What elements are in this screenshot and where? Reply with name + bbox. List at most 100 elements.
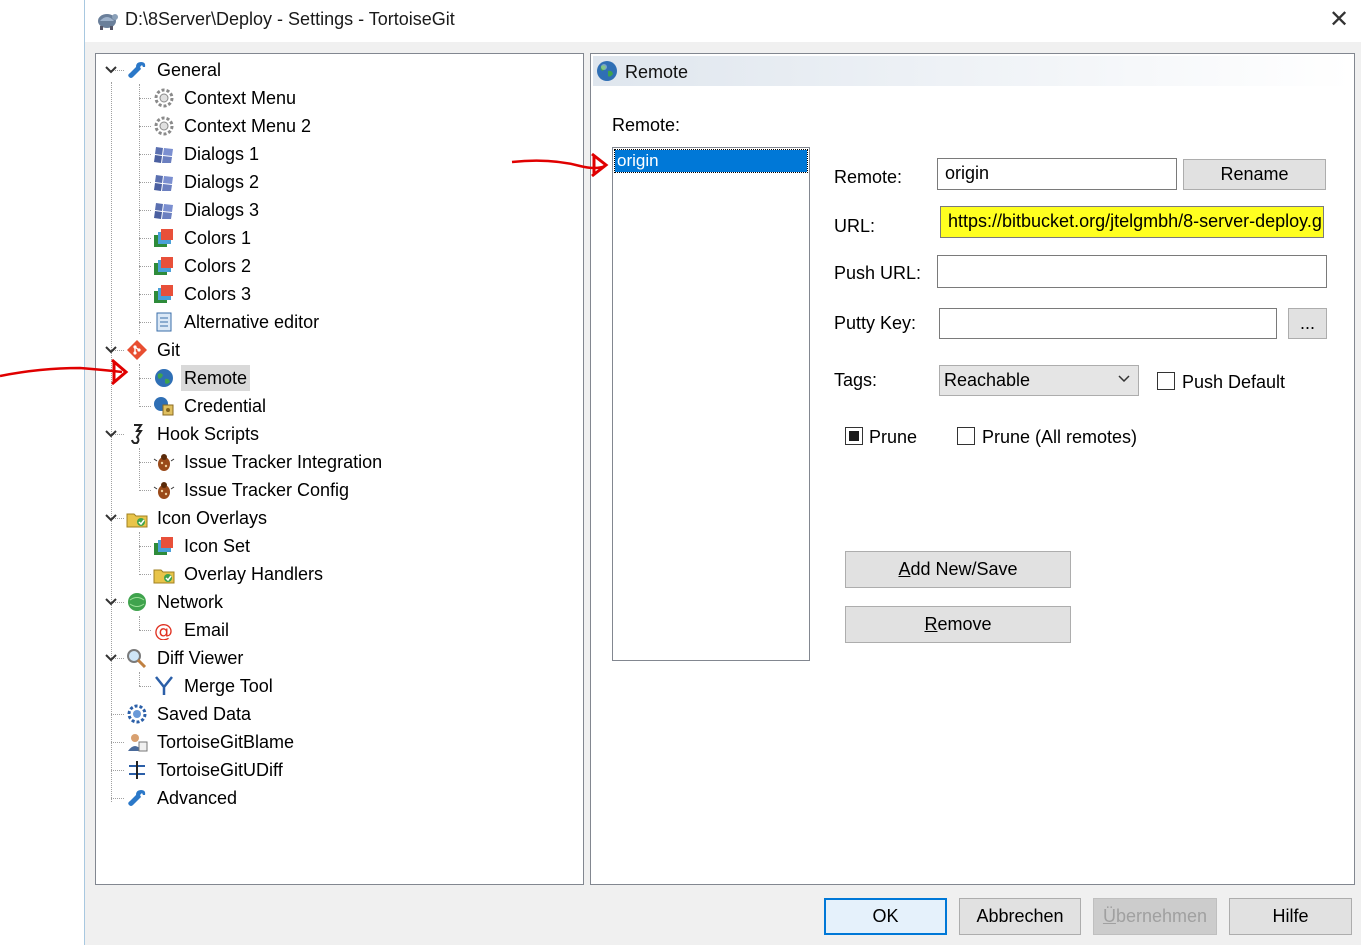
colors-icon xyxy=(154,257,173,275)
overlay-folder-icon xyxy=(153,569,175,584)
putty-key-label: Putty Key: xyxy=(834,313,917,333)
prune-all-remotes-checkbox[interactable] xyxy=(957,427,975,445)
add-new-save-button[interactable]: Add New/Save xyxy=(845,551,1071,588)
at-sign-icon: @ xyxy=(154,620,173,640)
tree-connector xyxy=(139,364,140,404)
tree-connector xyxy=(111,798,124,799)
magnifier-icon xyxy=(127,649,147,668)
tree-item-label: Dialogs 3 xyxy=(184,200,260,220)
tree-item-label: Dialogs 1 xyxy=(184,144,260,164)
tree-connector xyxy=(139,490,151,491)
tree-connector xyxy=(139,672,140,686)
tree-connector xyxy=(139,238,151,239)
window-title: D:\8Server\Deploy - Settings - TortoiseG… xyxy=(125,9,455,29)
tree-connector xyxy=(139,84,140,334)
tree-item-label: Merge Tool xyxy=(184,676,273,696)
expand-chevron-icon[interactable] xyxy=(104,511,118,525)
chevron-down-icon xyxy=(105,346,117,354)
apply-button[interactable]: Übernehmen xyxy=(1093,898,1217,935)
expand-chevron-icon[interactable] xyxy=(104,595,118,609)
tags-select[interactable]: Reachable xyxy=(939,365,1139,396)
tree-item-label: General xyxy=(157,60,222,80)
chevron-down-icon xyxy=(105,66,117,74)
cancel-button[interactable]: Abbrechen xyxy=(959,898,1081,935)
chevron-down-icon xyxy=(105,514,117,522)
remove-label: emove xyxy=(937,614,992,634)
tree-item-label: Email xyxy=(184,620,230,640)
tree-connector xyxy=(139,322,151,323)
tree-connector xyxy=(139,574,151,575)
tree-connector xyxy=(111,770,124,771)
tree-connector xyxy=(139,378,151,379)
tree-item-label: Alternative editor xyxy=(184,312,320,332)
prune-label[interactable]: Prune xyxy=(869,427,917,448)
dialog-windows-icon xyxy=(154,203,173,219)
push-default-checkbox[interactable] xyxy=(1157,372,1175,390)
tree-connector xyxy=(139,448,140,488)
expand-chevron-icon[interactable] xyxy=(104,63,118,77)
expand-chevron-icon[interactable] xyxy=(104,343,118,357)
remote-list-label: Remote: xyxy=(612,115,681,135)
settings-tree[interactable]: General Context Menu Context Menu 2 Dialogs… xyxy=(95,53,584,885)
tree-item-label: Credential xyxy=(184,396,267,416)
tree-item-label: Hook Scripts xyxy=(157,424,260,444)
bug-icon xyxy=(153,454,175,471)
globe-icon xyxy=(155,369,173,387)
tree-item-label: Icon Set xyxy=(184,536,251,556)
apply-label: bernehmen xyxy=(1115,906,1208,926)
tree-connector xyxy=(111,714,124,715)
globe-icon xyxy=(597,61,617,81)
tree-item-label: Context Menu xyxy=(184,88,297,108)
tree-item-label: Network xyxy=(157,592,224,612)
title-bar: D:\8Server\Deploy - Settings - TortoiseG… xyxy=(85,0,1361,42)
tree-item-label: Colors 1 xyxy=(184,228,252,248)
svg-text:@: @ xyxy=(154,620,173,640)
gear-icon xyxy=(154,88,174,108)
prune-all-remotes-label[interactable]: Prune (All remotes) xyxy=(982,427,1137,448)
close-button[interactable]: ✕ xyxy=(1316,0,1361,40)
expand-chevron-icon[interactable] xyxy=(104,651,118,665)
tree-connector xyxy=(139,98,151,99)
tree-item-label: Advanced xyxy=(157,788,238,808)
putty-key-browse-button[interactable]: ... xyxy=(1288,308,1327,339)
tree-connector xyxy=(139,154,151,155)
udiff-icon xyxy=(129,761,145,779)
hook-icon xyxy=(131,424,143,444)
bug-icon xyxy=(153,482,175,499)
url-input[interactable]: https://bitbucket.org/jtelgmbh/8-server-… xyxy=(940,206,1324,238)
putty-key-input[interactable] xyxy=(939,308,1277,339)
chevron-down-icon xyxy=(105,654,117,662)
ok-button[interactable]: OK xyxy=(824,898,947,935)
page-title: Remote xyxy=(625,62,689,82)
tree-item-label: Colors 3 xyxy=(184,284,252,304)
chevron-down-icon xyxy=(105,598,117,606)
tree-item-label: Remote xyxy=(181,365,251,391)
tree-connector xyxy=(139,532,140,572)
remove-button[interactable]: Remove xyxy=(845,606,1071,643)
tree-connector xyxy=(139,686,151,687)
tree-connector xyxy=(139,126,151,127)
page-header: Remote xyxy=(593,56,1352,86)
rename-button[interactable]: Rename xyxy=(1183,159,1326,190)
push-default-label[interactable]: Push Default xyxy=(1182,372,1285,393)
tree-item-label: Saved Data xyxy=(157,704,252,724)
remote-name-input[interactable]: origin xyxy=(937,158,1177,190)
colors-icon xyxy=(154,537,173,555)
remote-list[interactable]: origin xyxy=(612,147,810,661)
credential-key-icon xyxy=(154,397,174,416)
wrench-icon xyxy=(128,62,146,78)
prune-checkbox[interactable] xyxy=(845,427,863,445)
help-button[interactable]: Hilfe xyxy=(1229,898,1352,935)
colors-icon xyxy=(154,229,173,247)
tree-item-label: Icon Overlays xyxy=(157,508,268,528)
remote-settings-page: Remote Remote: origin Remote: origin Ren… xyxy=(590,53,1355,885)
git-logo-icon xyxy=(127,340,147,360)
gear-icon xyxy=(154,116,174,136)
remote-list-item-origin[interactable]: origin xyxy=(614,149,808,173)
tree-item-label: Dialogs 2 xyxy=(184,172,260,192)
push-url-input[interactable] xyxy=(937,255,1327,288)
expand-chevron-icon[interactable] xyxy=(104,427,118,441)
tree-item-label: Context Menu 2 xyxy=(184,116,312,136)
settings-window: D:\8Server\Deploy - Settings - TortoiseG… xyxy=(84,0,1361,945)
tree-connector xyxy=(139,294,151,295)
